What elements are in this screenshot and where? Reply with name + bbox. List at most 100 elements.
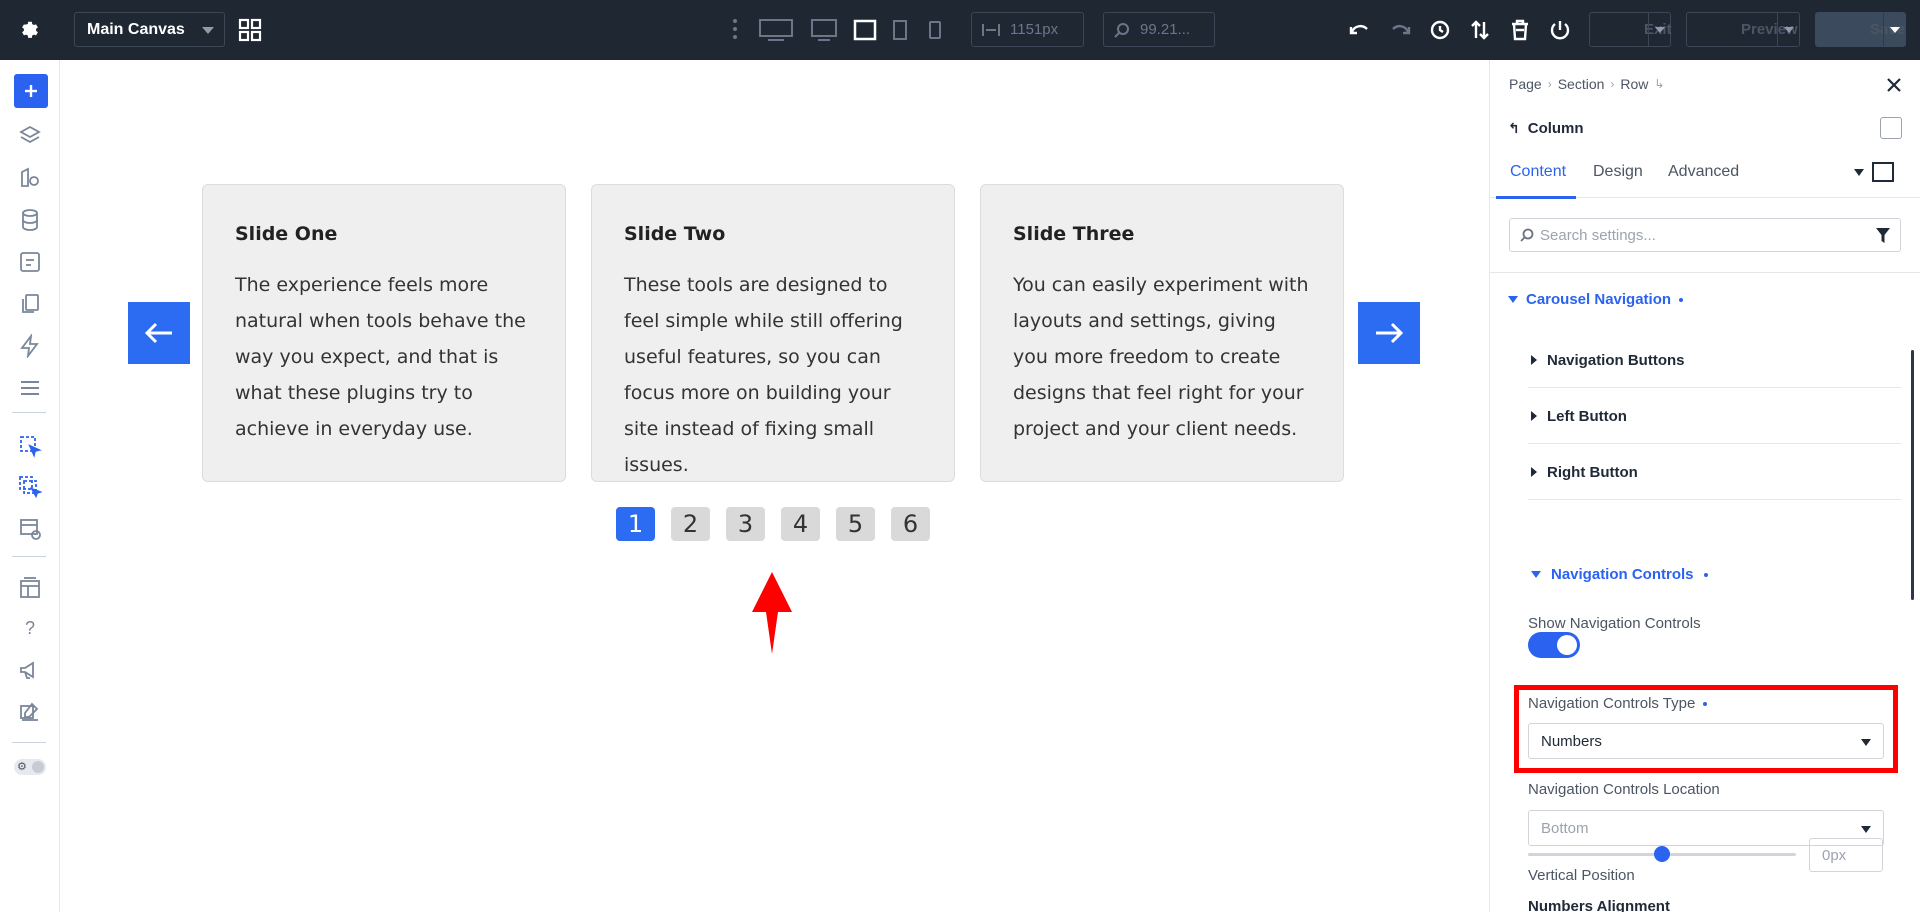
megaphone-icon[interactable] [18, 658, 42, 682]
subgroup-label: Right Button [1547, 463, 1638, 481]
tab-content[interactable]: Content [1510, 163, 1566, 181]
trash-icon[interactable] [1508, 18, 1532, 42]
sort-arrows-icon[interactable] [1468, 18, 1492, 42]
add-module-button[interactable] [14, 74, 48, 108]
theme-toggle[interactable]: ⚙ [14, 759, 46, 775]
panel-divider [1490, 272, 1920, 273]
lightning-icon[interactable] [18, 334, 42, 358]
panel-scrollbar[interactable] [1911, 350, 1914, 600]
sidebar-divider [12, 742, 46, 743]
search-input[interactable]: Search settings... [1509, 218, 1901, 252]
save-menu-toggle[interactable] [1883, 13, 1905, 46]
breadcrumb-item[interactable]: Row [1620, 76, 1648, 92]
chevron-right-icon: › [1610, 77, 1615, 91]
page-number-button[interactable]: 5 [836, 507, 875, 541]
controls-type-select[interactable]: Numbers [1528, 723, 1884, 759]
controls-location-value: Bottom [1541, 819, 1589, 837]
settings-gear-icon[interactable] [0, 0, 60, 60]
more-vertical-icon[interactable] [732, 18, 738, 40]
page-number-button[interactable]: 3 [726, 507, 765, 541]
breadcrumb-item[interactable]: Section [1558, 76, 1605, 92]
group-label: Carousel Navigation [1526, 291, 1672, 308]
page-settings-icon[interactable] [18, 250, 42, 274]
desktop-wide-icon[interactable] [758, 18, 794, 42]
filter-icon[interactable] [1876, 228, 1890, 243]
builder-canvas[interactable]: Slide One The experience feels more natu… [60, 60, 1489, 912]
chevron-down-icon [202, 27, 214, 34]
tab-advanced[interactable]: Advanced [1668, 163, 1739, 181]
search-placeholder: Search settings... [1540, 226, 1656, 244]
power-icon[interactable] [1548, 18, 1572, 42]
templates-icon[interactable] [18, 576, 42, 600]
caret-down-icon [1508, 296, 1518, 303]
list-icon[interactable] [18, 376, 42, 400]
save-button[interactable]: Save [1815, 12, 1906, 47]
vertical-position-label: Vertical Position [1528, 867, 1635, 884]
page-number-button[interactable]: 1 [616, 507, 655, 541]
page-number-button[interactable]: 6 [891, 507, 930, 541]
field-label: Navigation Controls Type [1528, 695, 1708, 712]
carousel-prev-button[interactable] [128, 302, 190, 364]
controls-location-label: Navigation Controls Location [1528, 781, 1720, 798]
close-icon[interactable] [1885, 76, 1903, 94]
search-icon [1520, 228, 1534, 242]
carousel-next-button[interactable] [1358, 302, 1420, 364]
subgroup-label: Navigation Controls [1551, 566, 1694, 583]
modified-dot-icon [1703, 701, 1708, 706]
zoom-value: 99.21... [1140, 21, 1191, 38]
slide-title: Slide Two [624, 223, 726, 245]
exit-menu-toggle[interactable] [1648, 13, 1670, 46]
layers-icon[interactable] [18, 124, 42, 148]
phone-icon[interactable] [928, 18, 942, 42]
subgroup-navigation-buttons[interactable]: Navigation Buttons [1528, 333, 1901, 388]
caret-down-icon [1531, 571, 1541, 578]
edit-icon[interactable] [18, 700, 42, 724]
toggle-knob [1557, 635, 1577, 655]
back-arrow-icon[interactable]: ↰ [1508, 120, 1520, 137]
settings-panel: Page › Section › Row ↳ ↰ Column Content … [1489, 60, 1920, 912]
history-icon[interactable] [1428, 18, 1452, 42]
undo-icon[interactable] [1348, 18, 1372, 42]
field-label: Vertical Position [1528, 867, 1635, 884]
slide-title: Slide One [235, 223, 338, 245]
desktop-icon[interactable] [810, 18, 838, 42]
group-carousel-navigation[interactable]: Carousel Navigation [1508, 291, 1684, 308]
subgroup-left-button[interactable]: Left Button [1528, 389, 1901, 444]
arrow-left-icon [144, 322, 172, 344]
page-number-button[interactable]: 2 [671, 507, 710, 541]
help-icon[interactable]: ? [18, 618, 42, 642]
canvas-width-value: 1151px [1010, 21, 1059, 38]
multi-select-icon[interactable] [18, 475, 42, 499]
show-controls-toggle[interactable] [1528, 632, 1580, 658]
canvas-select[interactable]: Main Canvas [74, 12, 225, 47]
zoom-field[interactable]: 99.21... [1103, 12, 1215, 47]
exit-button[interactable]: Exit [1589, 12, 1672, 47]
copy-pages-icon[interactable] [18, 292, 42, 316]
subgroup-right-button[interactable]: Right Button [1528, 445, 1901, 500]
canvas-width-field[interactable]: 1151px [971, 12, 1084, 47]
tab-design[interactable]: Design [1593, 163, 1643, 181]
select-element-icon[interactable] [18, 434, 42, 458]
tablet-landscape-icon[interactable] [853, 18, 877, 42]
field-label: Numbers Alignment [1528, 898, 1670, 912]
grid-icon[interactable] [238, 18, 262, 42]
modified-dot-icon [1703, 572, 1708, 577]
vertical-position-input[interactable]: 0px [1809, 838, 1883, 872]
expand-panel-icon[interactable] [1872, 162, 1894, 182]
panel-options-icon[interactable] [1880, 117, 1902, 139]
slider-handle[interactable] [1654, 846, 1670, 862]
database-icon[interactable] [18, 208, 42, 232]
field-label: Navigation Controls Location [1528, 781, 1720, 798]
return-arrow-icon: ↳ [1654, 77, 1665, 91]
breadcrumb-item[interactable]: Page [1509, 76, 1542, 92]
design-library-icon[interactable] [18, 166, 42, 190]
redo-icon[interactable] [1388, 18, 1412, 42]
tablet-icon[interactable] [892, 18, 908, 42]
subgroup-navigation-controls[interactable]: Navigation Controls [1528, 566, 1708, 583]
preview-button[interactable]: Preview [1686, 12, 1800, 47]
layout-view-icon[interactable] [18, 517, 42, 541]
page-number-button[interactable]: 4 [781, 507, 820, 541]
chevron-down-icon[interactable] [1854, 169, 1864, 176]
chevron-down-icon [1655, 27, 1665, 33]
preview-menu-toggle[interactable] [1777, 13, 1799, 46]
